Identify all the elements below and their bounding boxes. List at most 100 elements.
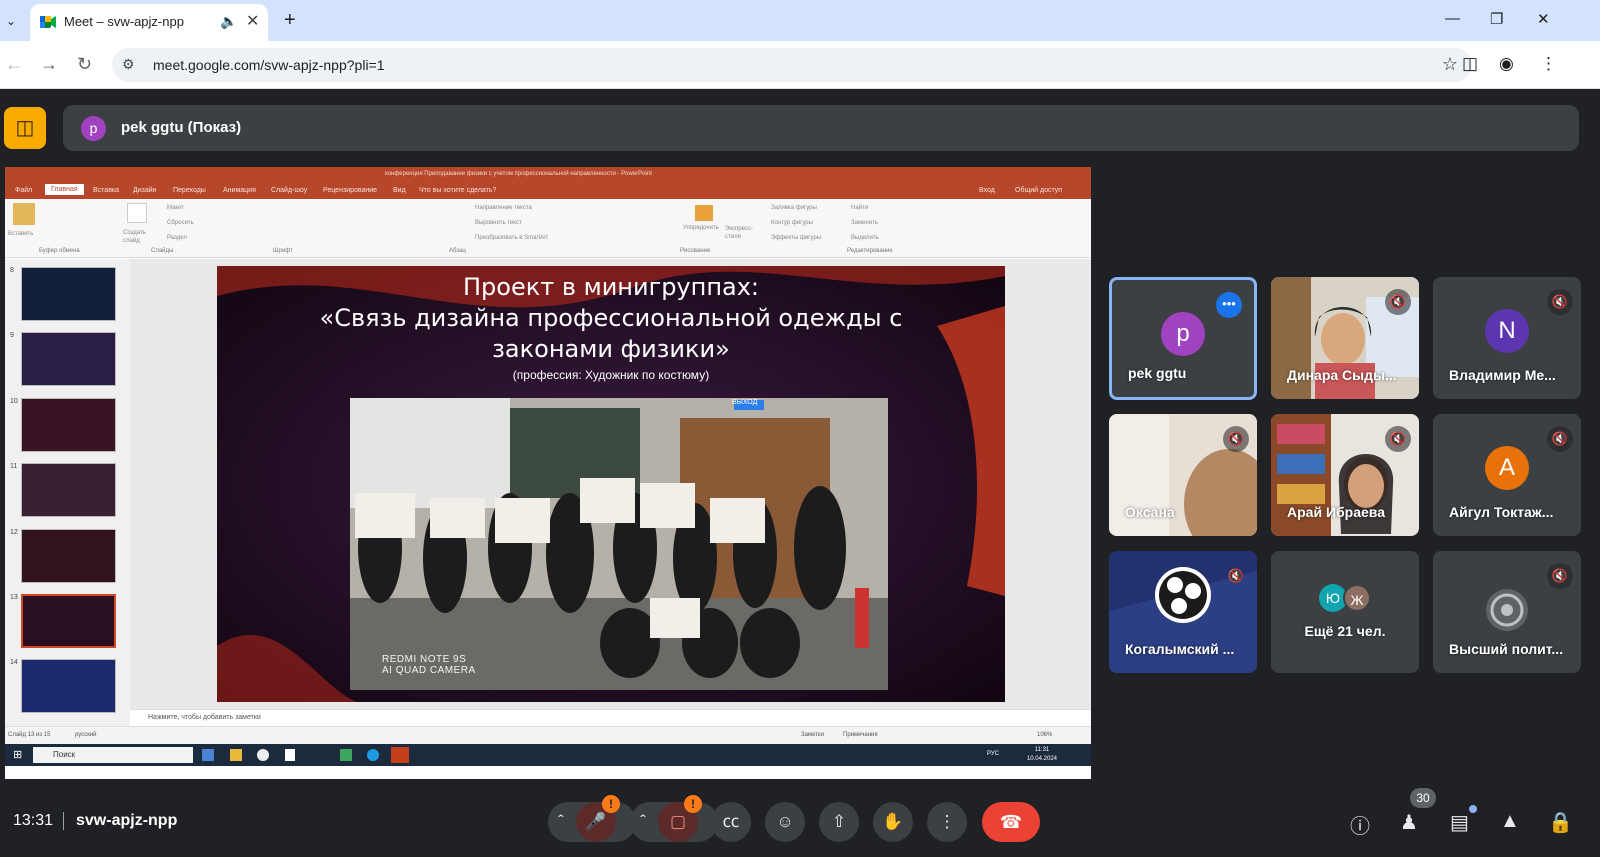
raise-hand-button[interactable]: ✋: [873, 802, 913, 842]
powerpoint-menu: Файл Главная Вставка Дизайн Переходы Ани…: [5, 182, 1091, 199]
ribbon-item: Выделить: [851, 235, 879, 241]
powerpoint-title-bar: конференция Преподавание физики с учетом…: [5, 167, 1091, 182]
participant-name: Высший полит...: [1449, 641, 1564, 657]
presenting-banner: p pek ggtu (Показ): [63, 105, 1579, 151]
emoji-reaction-button[interactable]: ☺: [765, 802, 805, 842]
participant-count-badge: 30: [1410, 788, 1436, 808]
pp-menu-item: Анимация: [223, 187, 256, 194]
bookmark-star-icon[interactable]: ☆: [1442, 54, 1458, 75]
url-text[interactable]: meet.google.com/svw-apjz-npp?pli=1: [153, 57, 385, 73]
side-panel-icon[interactable]: ◫: [1462, 54, 1478, 74]
browser-menu-icon[interactable]: ⋮: [1540, 54, 1557, 74]
captions-button[interactable]: ㏄: [711, 802, 751, 842]
meeting-clock: 13:31: [13, 812, 54, 829]
ribbon-item: Контур фигуры: [771, 220, 813, 226]
camera-options-chevron-icon[interactable]: ˆ: [630, 802, 656, 842]
slide-title: Проект в минигруппах: «Связь дизайна про…: [217, 272, 1005, 365]
ribbon-group-label: Абзац: [449, 248, 466, 254]
activities-icon[interactable]: ▲: [1500, 810, 1520, 833]
participant-logo: [1486, 589, 1528, 631]
ribbon-group-label: Шрифт: [273, 248, 293, 254]
more-options-button[interactable]: ⋮: [927, 802, 967, 842]
thumb-number: 14: [10, 659, 18, 666]
taskbar-search-text: Поиск: [53, 750, 76, 759]
thumb-number: 9: [10, 332, 14, 339]
divider: [63, 812, 64, 830]
tab-search-icon[interactable]: ⌄: [0, 8, 22, 34]
ribbon-item: Направление текста: [475, 205, 532, 211]
participant-name: Оксана: [1125, 504, 1175, 520]
ribbon-item: Преобразовать в SmartArt: [475, 235, 548, 241]
meeting-details-icon[interactable]: ⓘ: [1350, 810, 1370, 839]
site-info-icon[interactable]: ⚙: [122, 56, 135, 73]
companion-mode-icon[interactable]: ◫: [4, 107, 46, 149]
back-icon[interactable]: ←: [5, 54, 23, 75]
meet-favicon-icon: [40, 16, 56, 28]
participant-tile-vysshiy[interactable]: 🔇 Высший полит...: [1433, 551, 1581, 673]
tab-audio-icon[interactable]: 🔈: [220, 13, 237, 30]
more-participants-tile[interactable]: Ю Ж Ещё 21 чел.: [1271, 551, 1419, 673]
windows-start-icon: ⊞: [13, 749, 23, 761]
participant-tile-aigul[interactable]: A 🔇 Айгул Токтаж...: [1433, 414, 1581, 536]
participant-tile-arai[interactable]: 🔇 Арай Ибраева: [1271, 414, 1419, 536]
present-screen-button[interactable]: ⇧: [819, 802, 859, 842]
chat-notification-dot: [1469, 805, 1477, 813]
windows-taskbar: ⊞ Поиск РУС 11:31 10.04.2024: [5, 744, 1091, 766]
ribbon-item: Сбросить: [167, 220, 194, 226]
new-tab-icon[interactable]: +: [284, 9, 296, 32]
slide-canvas: Проект в минигруппах: «Связь дизайна про…: [130, 259, 1091, 709]
host-controls-icon[interactable]: 🔒: [1548, 810, 1573, 835]
pp-menu-item: Вставка: [93, 187, 120, 194]
forward-icon[interactable]: →: [40, 54, 58, 75]
participant-name: Динара Сыды...: [1287, 367, 1397, 383]
reload-icon[interactable]: ↻: [77, 54, 92, 75]
thumb-number: 12: [10, 529, 18, 536]
shared-screen: конференция Преподавание физики с учетом…: [5, 167, 1091, 779]
ribbon-group-label: Слайды: [151, 248, 174, 254]
participant-avatar: N: [1485, 309, 1529, 353]
mic-options-chevron-icon[interactable]: ˆ: [548, 802, 574, 842]
presenter-avatar: p: [81, 116, 106, 141]
mic-off-icon: 🔇: [1227, 568, 1245, 583]
slide-thumbnail: [21, 332, 116, 386]
window-close-icon[interactable]: ✕: [1537, 10, 1550, 28]
leave-call-button[interactable]: ☎: [982, 802, 1040, 842]
taskbar-language: РУС: [987, 751, 1000, 757]
ribbon-item: Упорядочить: [683, 225, 719, 231]
slide-thumbnail: [21, 659, 116, 713]
address-bar[interactable]: ⚙ meet.google.com/svw-apjz-npp?pli=1 ☆: [112, 48, 1472, 82]
slide-thumbnail: [21, 398, 116, 452]
pp-menu-item: Общий доступ: [1015, 187, 1063, 194]
powerpoint-window-title: конференция Преподавание физики с учетом…: [385, 171, 652, 177]
people-icon[interactable]: ♟: [1400, 810, 1418, 835]
browser-tab-bar: ⌄ Meet – svw-apjz-npp 🔈 ✕ + — ❐ ✕: [0, 0, 1600, 41]
ribbon-item: Выровнять текст: [475, 220, 522, 226]
profile-avatar-icon[interactable]: ◉: [1499, 54, 1514, 74]
participant-tile-kogalym[interactable]: 🔇 Когалымский ...: [1109, 551, 1257, 673]
taskbar-app-icon: [257, 749, 269, 761]
participant-name: Айгул Токтаж...: [1449, 504, 1554, 520]
minimize-icon[interactable]: —: [1445, 10, 1460, 27]
group-photo: ВЫХОД REDMI NOTE 9S AI QUAD CAMERA: [350, 398, 888, 690]
camera-watermark: REDMI NOTE 9S AI QUAD CAMERA: [382, 654, 476, 676]
participant-tile-pek-ggtu[interactable]: p ••• pek ggtu: [1109, 277, 1257, 400]
more-options-icon[interactable]: •••: [1216, 292, 1242, 318]
pp-menu-item: Рецензирование: [323, 187, 378, 194]
restore-icon[interactable]: ❐: [1490, 10, 1503, 28]
pp-menu-item: Слайд-шоу: [271, 187, 308, 194]
browser-tab-meet[interactable]: Meet – svw-apjz-npp 🔈 ✕: [30, 4, 268, 41]
participant-tile-vladimir[interactable]: N 🔇 Владимир Ме...: [1433, 277, 1581, 399]
participant-tile-video[interactable]: 🔇 Динара Сыды...: [1271, 277, 1419, 399]
taskbar-app-icon: [285, 749, 295, 761]
mic-off-icon: 🔇: [1385, 289, 1411, 315]
mic-off-icon: 🔇: [1223, 426, 1249, 452]
thumb-number: 10: [10, 398, 18, 405]
participant-tile-oksana[interactable]: 🔇 Оксана: [1109, 414, 1257, 536]
powerpoint-ribbon: Вставить Создать слайд Макет Сбросить Ра…: [5, 199, 1091, 258]
pp-menu-item-active: Главная: [45, 184, 84, 195]
slide-subtitle: (профессия: Художник по костюму): [512, 368, 710, 382]
thumb-number: 11: [10, 463, 18, 470]
exit-sign: ВЫХОД: [732, 399, 758, 406]
tab-close-icon[interactable]: ✕: [246, 11, 259, 31]
chat-icon[interactable]: ▤: [1450, 810, 1469, 835]
